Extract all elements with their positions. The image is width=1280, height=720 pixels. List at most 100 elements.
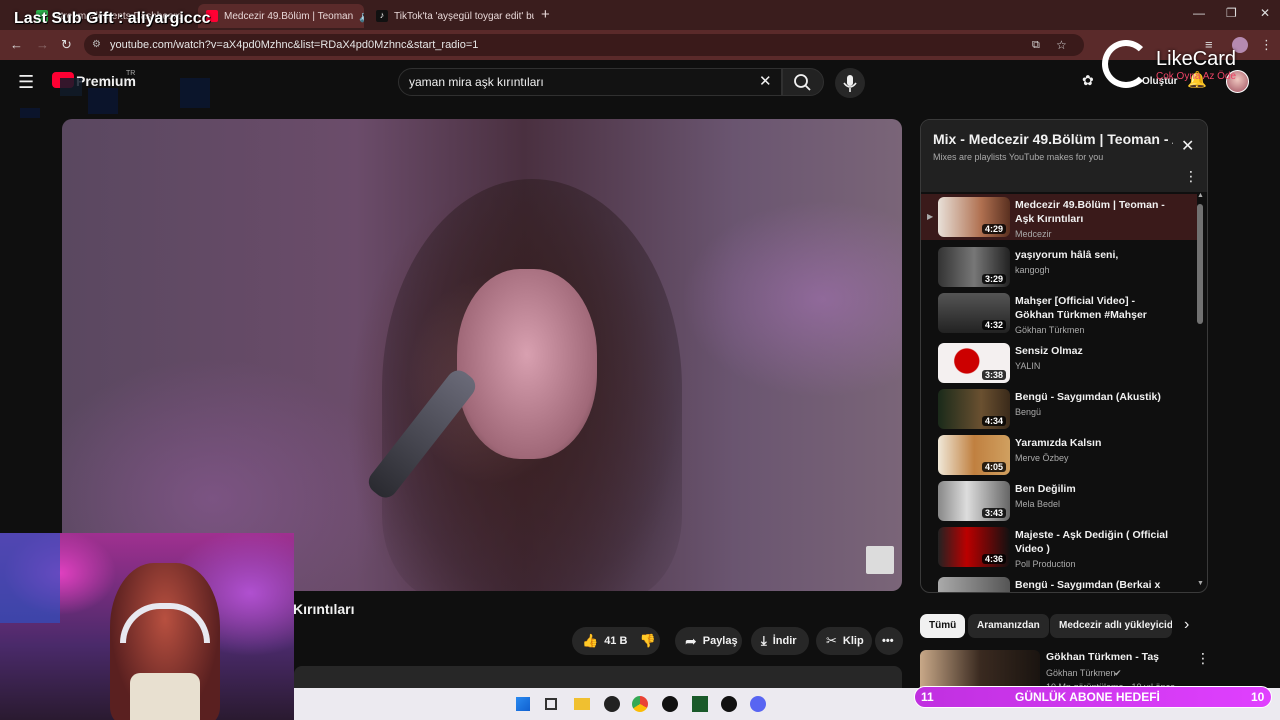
task-view-icon[interactable] xyxy=(545,698,557,710)
restore-icon[interactable]: ❐ xyxy=(1226,6,1237,20)
playlist-item[interactable]: 3:38 Sensiz Olmaz YALIN xyxy=(921,340,1197,386)
url-field[interactable]: ⚙ youtube.com/watch?v=aX4pd0Mzhnc&list=R… xyxy=(84,34,1084,56)
playlist-scrollbar[interactable] xyxy=(1197,204,1203,324)
tab-youtube[interactable]: Medcezir 49.Bölüm | Teoman 🔊 ✕ xyxy=(198,4,364,28)
item-channel: Gökhan Türkmen xyxy=(1015,325,1085,335)
like-dislike-group: 👍 41 B 👎 xyxy=(572,627,660,655)
overlay-glitch-graphic xyxy=(20,78,210,122)
item-channel: Mela Bedel xyxy=(1015,499,1061,509)
site-info-icon[interactable]: ⚙ xyxy=(92,34,101,56)
bookmark-star-icon[interactable]: ☆ xyxy=(1056,34,1067,56)
playlist-item[interactable]: 3:43 Ben Değilim Mela Bedel xyxy=(921,478,1197,524)
search-button[interactable] xyxy=(782,68,824,96)
last-sub-gift-overlay: Last Sub Gift : aliyargiccc xyxy=(14,10,211,27)
video-frame-face xyxy=(457,269,597,459)
playlist-item[interactable]: 4:32 Mahşer [Official Video] - Gökhan Tü… xyxy=(921,290,1197,336)
tiktok-icon: ♪ xyxy=(376,10,388,22)
item-channel: Poll Production xyxy=(1015,559,1076,569)
close-playlist-icon[interactable]: ✕ xyxy=(1181,136,1194,156)
thumbs-up-icon: 👍 xyxy=(582,633,599,648)
item-title: Mahşer [Official Video] - Gökhan Türkmen… xyxy=(1015,295,1147,321)
duration: 4:32 xyxy=(981,320,1006,330)
now-playing-icon: ▶ xyxy=(927,212,934,221)
goal-target: 10 xyxy=(1251,690,1265,704)
share-button[interactable]: ➦ Paylaş xyxy=(675,627,742,655)
windows-start-icon[interactable] xyxy=(516,697,530,711)
playlist-item[interactable]: ▶ 4:29 Medcezir 49.Bölüm | Teoman - Aşk … xyxy=(921,194,1197,240)
channel-watermark[interactable] xyxy=(866,546,894,574)
item-title: Medcezir 49.Bölüm | Teoman - Aşk Kırıntı… xyxy=(1015,199,1165,225)
app-g-icon[interactable] xyxy=(662,696,678,712)
clear-search-icon[interactable]: ✕ xyxy=(759,69,772,95)
playlist-subtitle: Mixes are playlists YouTube makes for yo… xyxy=(933,152,1104,162)
discord-icon[interactable] xyxy=(750,696,766,712)
like-button[interactable]: 👍 41 B xyxy=(582,633,627,649)
chevron-right-icon[interactable]: › xyxy=(1184,616,1189,634)
speaker-icon[interactable]: 🔊 xyxy=(359,10,364,23)
browser-menu-icon[interactable]: ⋮ xyxy=(1260,37,1273,53)
scroll-down-icon[interactable]: ▼ xyxy=(1197,580,1204,587)
scroll-up-icon[interactable]: ▲ xyxy=(1197,192,1204,199)
likecard-logo-icon xyxy=(1102,40,1150,88)
share-icon: ➦ xyxy=(685,632,697,649)
like-count: 41 B xyxy=(604,635,628,647)
tab-tiktok[interactable]: ♪ TikTok'ta 'ayşegül toygar edit' bul ✕ xyxy=(368,4,534,28)
forward-icon[interactable]: → xyxy=(36,37,49,52)
search-icon xyxy=(794,74,811,91)
duration: 4:29 xyxy=(981,224,1006,234)
dislike-button[interactable]: 👎 xyxy=(639,633,655,649)
scissors-icon: ✂ xyxy=(826,633,837,648)
likecard-overlay: LikeCard Çok Oyna Az Öde xyxy=(1100,40,1260,90)
playlist-menu-icon[interactable]: ⋮ xyxy=(1184,168,1198,185)
chip-all[interactable]: Tümü xyxy=(920,614,966,638)
item-title: yaşıyorum hâlâ seni, xyxy=(1015,249,1119,261)
chrome-icon[interactable] xyxy=(632,696,648,712)
item-title: Sensiz Olmaz xyxy=(1015,345,1083,357)
install-app-icon[interactable]: ⧉ xyxy=(1032,34,1040,56)
playlist-item[interactable]: Bengü - Saygımdan (Berkai x xyxy=(921,574,1197,592)
playlist-title[interactable]: Mix - Medcezir 49.Bölüm | Teoman - Aşk K… xyxy=(933,131,1173,147)
duration: 4:34 xyxy=(981,416,1006,426)
webcam-shirt xyxy=(130,673,200,720)
tab-label: Medcezir 49.Bölüm | Teoman xyxy=(224,10,354,22)
more-horizontal-icon: ••• xyxy=(882,635,894,647)
playlist-item[interactable]: 4:34 Bengü - Saygımdan (Akustik) Bengü xyxy=(921,386,1197,432)
gear-icon[interactable]: ✿ xyxy=(1082,72,1094,89)
voice-search-button[interactable] xyxy=(835,68,865,98)
app-g2-icon[interactable] xyxy=(721,696,737,712)
thumbnail: 4:29 xyxy=(938,197,1010,237)
new-tab-icon[interactable]: + xyxy=(541,6,550,23)
recommended-menu-icon[interactable]: ⋮ xyxy=(1196,650,1210,667)
chip-from-search[interactable]: Aramanızdan xyxy=(968,614,1049,638)
app-green-icon[interactable] xyxy=(692,696,708,712)
address-bar-row: ← → ↻ ⚙ youtube.com/watch?v=aX4pd0Mzhnc&… xyxy=(0,30,1280,60)
close-window-icon[interactable]: ✕ xyxy=(1260,6,1270,20)
search-input[interactable]: yaman mira aşk kırıntıları ✕ xyxy=(398,68,782,96)
mix-playlist-panel: Mix - Medcezir 49.Bölüm | Teoman - Aşk K… xyxy=(920,119,1208,593)
playlist-item[interactable]: 4:05 Yaramızda Kalsın Merve Özbey xyxy=(921,432,1197,478)
clip-button[interactable]: ✂ Klip xyxy=(816,627,872,655)
reload-icon[interactable]: ↻ xyxy=(61,37,72,53)
item-channel: Medcezir xyxy=(1015,229,1052,239)
item-title: Ben Değilim xyxy=(1015,483,1076,495)
file-explorer-icon[interactable] xyxy=(574,698,590,710)
thumbnail: 3:29 xyxy=(938,247,1010,287)
minimize-icon[interactable]: — xyxy=(1193,6,1205,20)
playlist-item[interactable]: 4:36 Majeste - Aşk Dediğin ( Official Vi… xyxy=(921,524,1197,570)
playlist-item[interactable]: 3:29 yaşıyorum hâlâ seni, kangogh xyxy=(921,244,1197,290)
chip-from-uploader[interactable]: Medcezir adlı yükleyiciden xyxy=(1050,614,1172,638)
item-channel: YALIN xyxy=(1015,361,1041,371)
download-button[interactable]: ⤓ İndir xyxy=(751,627,809,655)
recommended-title: Gökhan Türkmen - Taş xyxy=(1046,651,1159,663)
back-icon[interactable]: ← xyxy=(10,37,23,52)
obs-icon[interactable] xyxy=(604,696,620,712)
microphone-icon xyxy=(843,75,857,92)
youtube-header: ☰ Premium TR yaman mira aşk kırıntıları … xyxy=(0,60,1280,118)
item-channel: Bengü xyxy=(1015,407,1042,417)
video-player[interactable] xyxy=(62,119,902,591)
duration: 3:29 xyxy=(981,274,1006,284)
more-actions-button[interactable]: ••• xyxy=(875,627,903,655)
playlist-header: Mix - Medcezir 49.Bölüm | Teoman - Aşk K… xyxy=(921,120,1207,192)
goal-current: 11 xyxy=(921,690,934,704)
duration: 4:36 xyxy=(981,554,1006,564)
